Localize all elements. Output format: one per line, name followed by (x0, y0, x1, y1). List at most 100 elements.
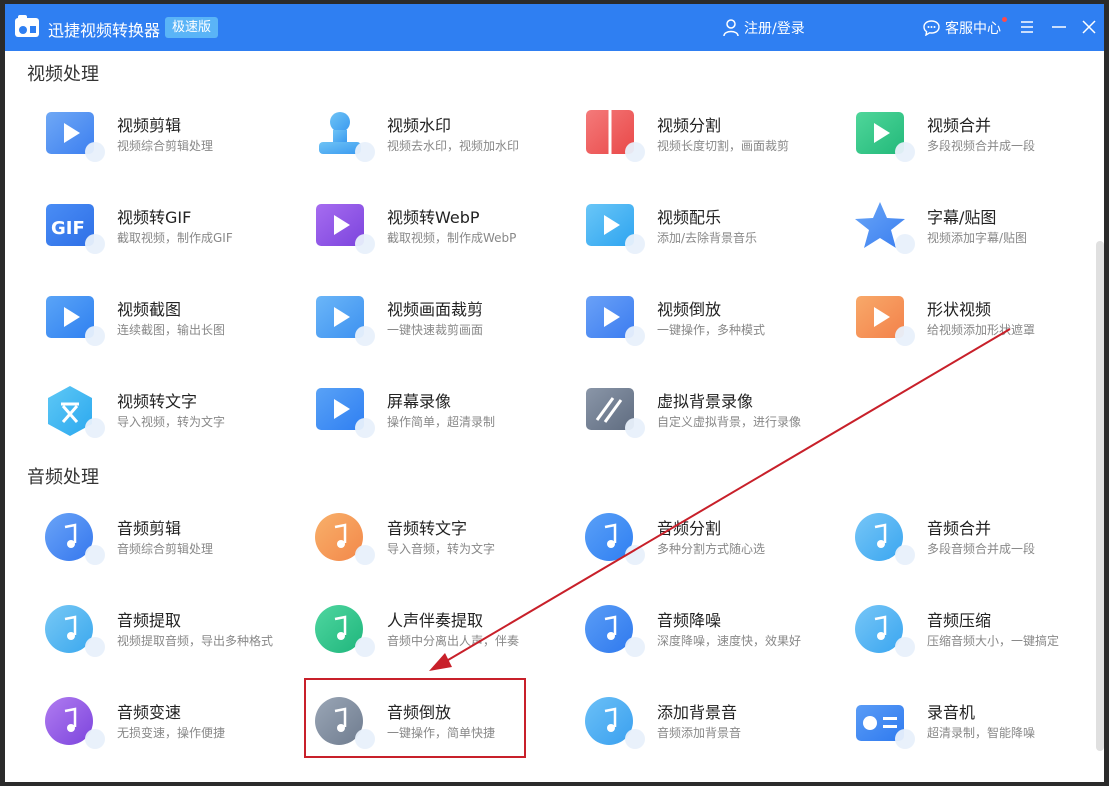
vocal-extract-icon (315, 605, 375, 657)
tool-description: 添加/去除背景音乐 (657, 231, 758, 245)
tool-description: 压缩音频大小，一键搞定 (927, 634, 1060, 648)
close-icon[interactable] (1078, 16, 1100, 38)
tool-tile-video-watermark[interactable]: 视频水印 视频去水印，视频加水印 (313, 106, 575, 176)
title-bar: 迅捷视频转换器 极速版 注册/登录 客服中心 (5, 4, 1104, 51)
audio-split-icon (585, 513, 645, 565)
video-split-icon (586, 110, 645, 162)
video-to-webp-icon (316, 204, 375, 254)
tool-tile-virtual-bg-record[interactable]: 虚拟背景录像 自定义虚拟背景，进行录像 (583, 382, 845, 452)
tool-title: 屏幕录像 (387, 392, 452, 411)
tool-description: 视频添加字幕/贴图 (927, 231, 1028, 245)
tool-title: 视频合并 (927, 116, 992, 135)
tool-description: 视频长度切割，画面裁剪 (657, 139, 790, 153)
tool-title: 形状视频 (927, 300, 992, 319)
notification-dot (1002, 17, 1007, 22)
tool-description: 操作简单，超清录制 (387, 415, 496, 429)
main-content: 视频处理 视频剪辑 视频综合剪辑处理 视频水印 视频去水印，视频加水印 视频分割… (5, 51, 1104, 782)
tool-tile-audio-denoise[interactable]: 音频降噪 深度降噪，速度快，效果好 (583, 601, 845, 671)
tool-tile-screen-record[interactable]: 屏幕录像 操作简单，超清录制 (313, 382, 575, 452)
tool-tile-recorder[interactable]: 录音机 超清录制，智能降噪 (853, 693, 1104, 763)
tool-title: 虚拟背景录像 (657, 392, 754, 411)
tool-tile-subtitle-sticker[interactable]: 字幕/贴图 视频添加字幕/贴图 (853, 198, 1104, 268)
tool-description: 多段视频合并成一段 (927, 139, 1036, 153)
tool-title: 音频压缩 (927, 611, 992, 630)
tool-title: 视频倒放 (657, 300, 722, 319)
tool-title: 字幕/贴图 (927, 208, 997, 227)
tool-tile-audio-split[interactable]: 音频分割 多种分割方式随心选 (583, 509, 845, 579)
tool-tile-audio-to-text[interactable]: 音频转文字 导入音频，转为文字 (313, 509, 575, 579)
tool-tile-add-bg-music[interactable]: 添加背景音 音频添加背景音 (583, 693, 845, 763)
shape-video-icon (856, 296, 915, 346)
tool-tile-audio-merge[interactable]: 音频合并 多段音频合并成一段 (853, 509, 1104, 579)
tool-tile-audio-extract[interactable]: 音频提取 视频提取音频，导出多种格式 (43, 601, 305, 671)
svg-text:GIF: GIF (51, 218, 85, 239)
tool-tile-video-to-gif[interactable]: GIF 视频转GIF 截取视频，制作成GIF (43, 198, 305, 268)
login-button[interactable]: 注册/登录 (723, 17, 805, 39)
audio-speed-icon (45, 697, 105, 749)
login-label: 注册/登录 (744, 21, 805, 37)
tool-description: 音频中分离出人声，伴奏 (387, 634, 520, 648)
tool-description: 截取视频，制作成WebP (387, 231, 517, 245)
tool-title: 视频转GIF (117, 208, 192, 227)
user-icon (723, 19, 739, 37)
tool-title: 视频转文字 (117, 392, 198, 411)
tool-title: 音频降噪 (657, 611, 722, 630)
tool-tile-video-music[interactable]: 视频配乐 添加/去除背景音乐 (583, 198, 845, 268)
video-reverse-icon (586, 296, 645, 346)
tool-tile-video-merge[interactable]: 视频合并 多段视频合并成一段 (853, 106, 1104, 176)
tool-title: 音频合并 (927, 519, 992, 538)
tool-description: 多种分割方式随心选 (657, 542, 766, 556)
audio-edit-icon (45, 513, 105, 565)
tool-tile-audio-edit[interactable]: 音频剪辑 音频综合剪辑处理 (43, 509, 305, 579)
tool-tile-video-reverse[interactable]: 视频倒放 一键操作，多种模式 (583, 290, 845, 360)
tool-tile-shape-video[interactable]: 形状视频 给视频添加形状遮罩 (853, 290, 1104, 360)
subtitle-sticker-icon (855, 202, 915, 254)
tool-description: 多段音频合并成一段 (927, 542, 1036, 556)
tool-description: 导入音频，转为文字 (387, 542, 496, 556)
tool-title: 视频画面裁剪 (387, 300, 484, 319)
tool-tile-vocal-extract[interactable]: 人声伴奏提取 音频中分离出人声，伴奏 (313, 601, 575, 671)
chat-bubble-icon (923, 20, 940, 36)
highlight-box (304, 678, 526, 758)
tool-title: 音频分割 (657, 519, 722, 538)
app-title: 迅捷视频转换器 (48, 21, 161, 40)
tool-title: 视频转WebP (387, 208, 480, 227)
camera-logo-icon (15, 15, 39, 37)
tool-title: 音频转文字 (387, 519, 468, 538)
add-bg-music-icon (585, 697, 645, 749)
video-section-title: 视频处理 (27, 64, 99, 85)
tool-title: 音频变速 (117, 703, 182, 722)
tool-description: 音频添加背景音 (657, 726, 742, 740)
tool-title: 添加背景音 (657, 703, 738, 722)
video-to-gif-icon: GIF (46, 204, 105, 254)
tool-tile-video-edit[interactable]: 视频剪辑 视频综合剪辑处理 (43, 106, 305, 176)
tool-tile-video-to-text[interactable]: 视频转文字 导入视频，转为文字 (43, 382, 305, 452)
audio-section-title: 音频处理 (27, 467, 99, 488)
tool-tile-video-to-webp[interactable]: 视频转WebP 截取视频，制作成WebP (313, 198, 575, 268)
tool-tile-audio-compress[interactable]: 音频压缩 压缩音频大小，一键搞定 (853, 601, 1104, 671)
tool-tile-audio-speed[interactable]: 音频变速 无损变速，操作便捷 (43, 693, 305, 763)
tool-title: 视频剪辑 (117, 116, 182, 135)
screen-record-icon (316, 388, 375, 438)
tool-tile-video-screenshot[interactable]: 视频截图 连续截图，输出长图 (43, 290, 305, 360)
tool-tile-video-split[interactable]: 视频分割 视频长度切割，画面裁剪 (583, 106, 845, 176)
video-crop-icon (316, 296, 375, 346)
tool-tile-video-crop[interactable]: 视频画面裁剪 一键快速裁剪画面 (313, 290, 575, 360)
support-button[interactable]: 客服中心 (923, 17, 1007, 39)
video-edit-icon (46, 112, 105, 162)
minimize-icon[interactable] (1048, 16, 1070, 38)
tool-title: 音频剪辑 (117, 519, 182, 538)
video-screenshot-icon (46, 296, 105, 346)
scrollbar[interactable] (1096, 241, 1104, 751)
audio-merge-icon (855, 513, 915, 565)
edition-badge: 极速版 (165, 17, 219, 38)
audio-denoise-icon (585, 605, 645, 657)
app-window: 迅捷视频转换器 极速版 注册/登录 客服中心 视频处理 视频剪辑 视频综合剪辑处… (5, 4, 1104, 782)
tool-title: 音频提取 (117, 611, 182, 630)
audio-compress-icon (855, 605, 915, 657)
tool-title: 人声伴奏提取 (387, 611, 484, 630)
tool-description: 超清录制，智能降噪 (927, 726, 1036, 740)
hamburger-menu-icon[interactable] (1016, 16, 1038, 38)
tool-title: 视频配乐 (657, 208, 722, 227)
tool-title: 视频分割 (657, 116, 722, 135)
